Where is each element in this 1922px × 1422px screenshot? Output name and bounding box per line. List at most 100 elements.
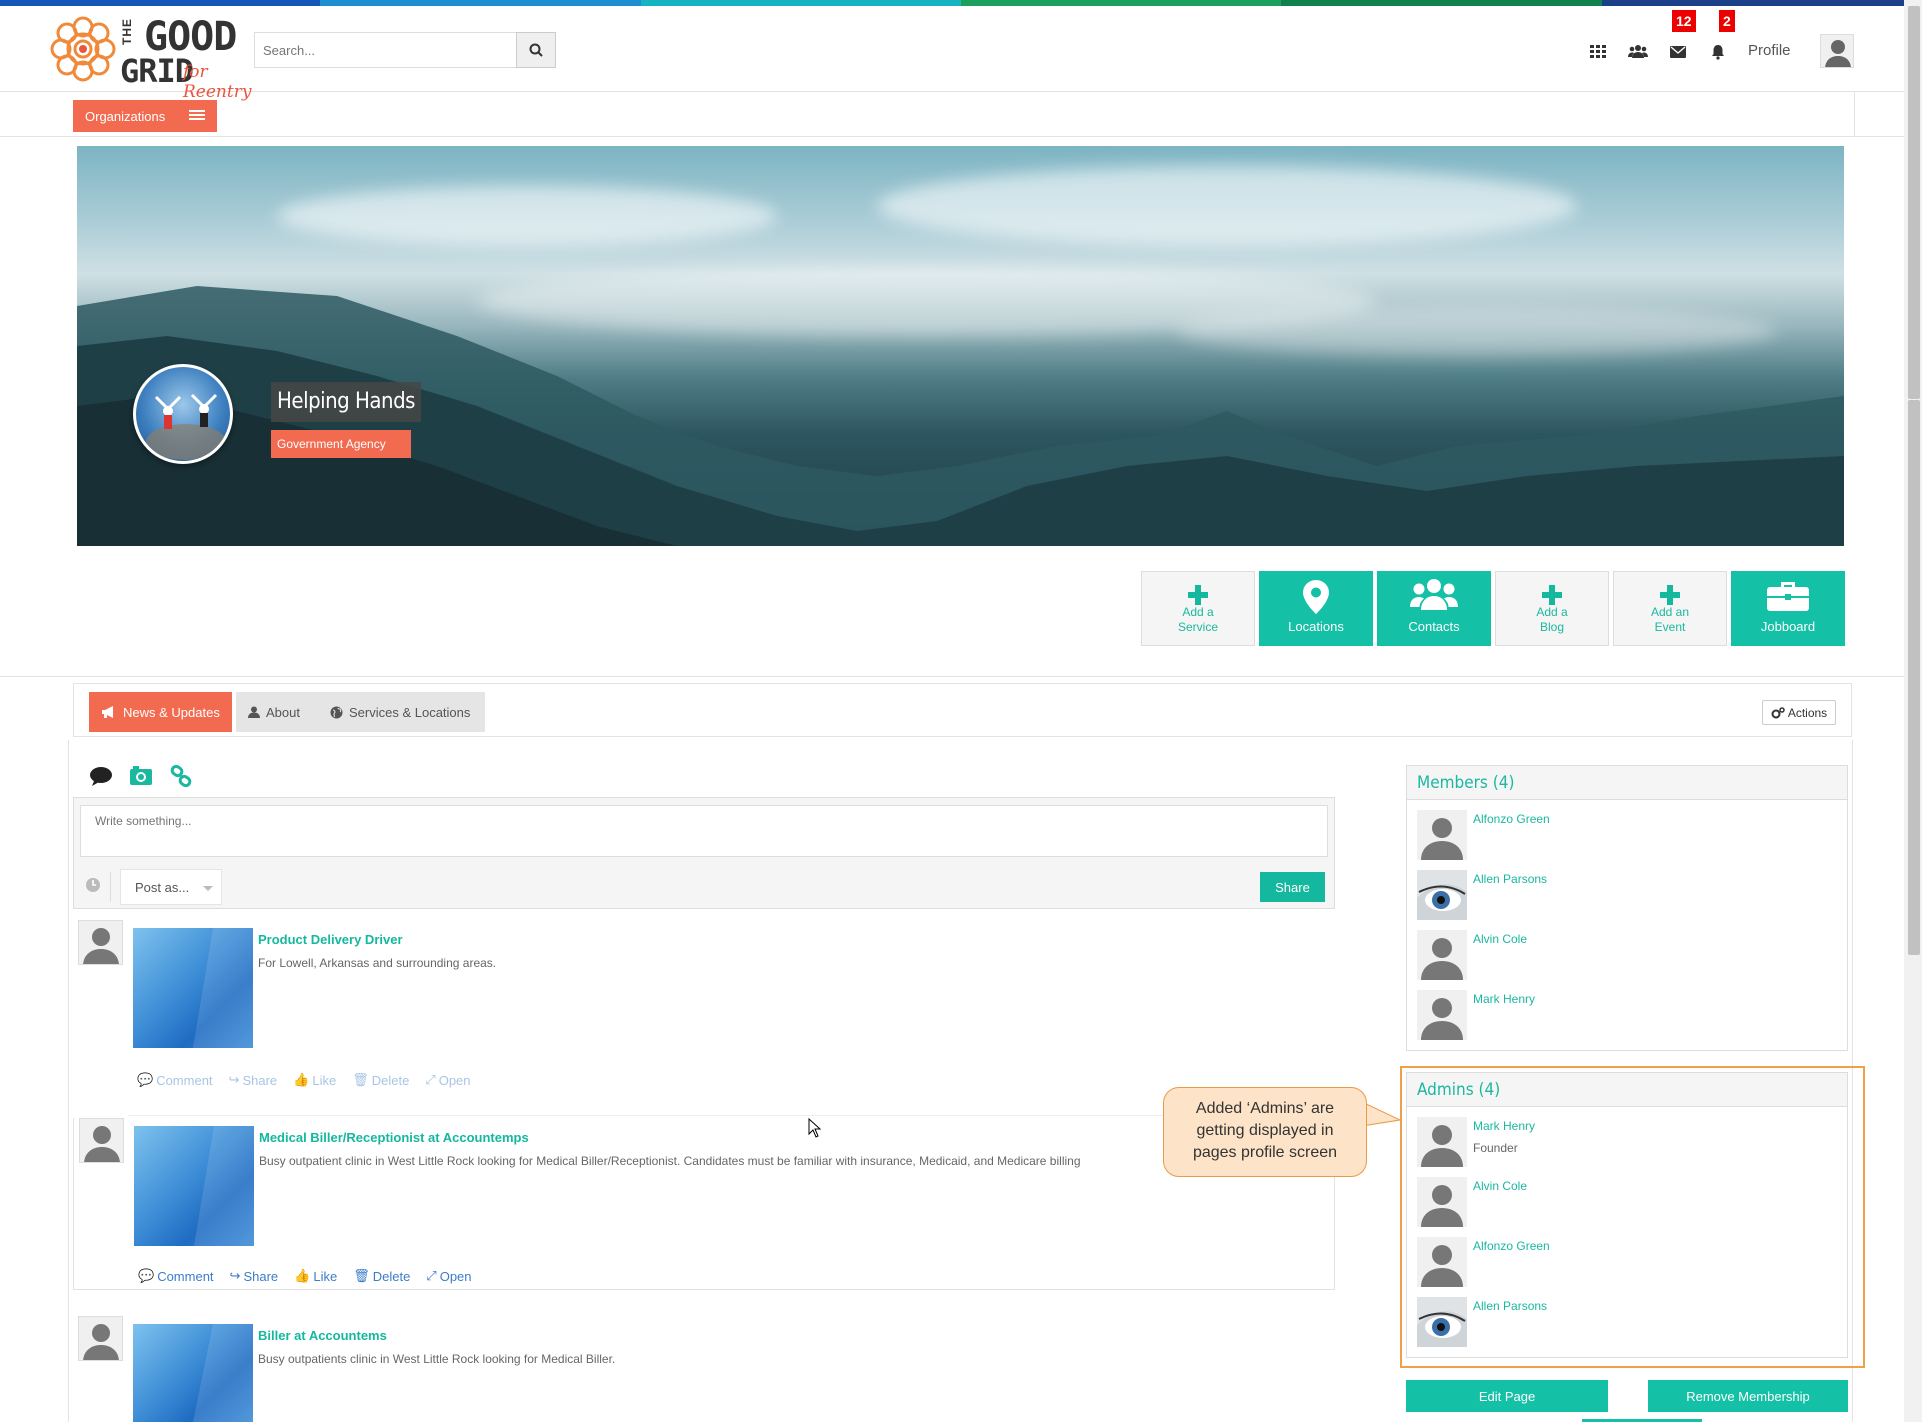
tab-services-locations[interactable]: Services & Locations (318, 692, 485, 732)
thumbs-up-icon: 👍 (293, 1072, 310, 1087)
post-author-avatar[interactable] (78, 1316, 123, 1361)
add-service-tile[interactable]: Add a Service (1141, 571, 1255, 646)
share-action[interactable]: ↪ Share (230, 1268, 279, 1284)
member-name[interactable]: Alfonzo Green (1473, 812, 1550, 826)
like-action[interactable]: 👍 Like (294, 1268, 337, 1284)
camera-icon (130, 766, 152, 785)
search-input[interactable] (254, 32, 516, 68)
search-icon (529, 43, 543, 57)
map-marker-icon (1260, 580, 1372, 614)
people-button[interactable] (1624, 38, 1652, 66)
expand-icon: ⤢ (426, 1268, 437, 1283)
user-silhouette-icon (84, 1126, 120, 1162)
menu-icon (189, 110, 205, 122)
delete-action[interactable]: 🗑 Delete (353, 1268, 410, 1284)
speech-bubble-icon (90, 767, 112, 786)
contacts-icon (1378, 578, 1490, 612)
profile-link[interactable]: Profile (1748, 42, 1791, 59)
tile-label: Jobboard (1760, 618, 1816, 634)
member-name[interactable]: Mark Henry (1473, 992, 1535, 1006)
edit-page-button[interactable]: Edit Page (1406, 1380, 1608, 1412)
member-avatar[interactable] (1417, 810, 1467, 860)
org-avatar[interactable] (133, 364, 233, 464)
member-name[interactable]: Allen Parsons (1473, 872, 1547, 886)
tab-label: About (266, 704, 300, 720)
member-avatar[interactable] (1417, 930, 1467, 980)
add-event-tile[interactable]: Add an Event (1613, 571, 1727, 646)
schedule-clock-icon[interactable] (84, 876, 102, 894)
search-button[interactable] (516, 32, 556, 68)
annotation-callout: Added ‘Admins’ are getting displayed in … (1163, 1087, 1367, 1177)
post-as-label: Post as... (135, 879, 190, 895)
cover-mountains (77, 286, 1844, 546)
jobboard-tile[interactable]: Jobboard (1731, 571, 1845, 646)
member-avatar[interactable] (1417, 870, 1467, 920)
post-thumbnail[interactable] (133, 928, 253, 1048)
apps-grid-button[interactable] (1584, 38, 1612, 66)
composer-divider (110, 872, 111, 902)
user-avatar[interactable] (1820, 34, 1854, 68)
plus-icon (1496, 578, 1608, 612)
user-silhouette-icon (1421, 998, 1463, 1040)
feed-post: Biller at Accountems Busy outpatients cl… (73, 1316, 1335, 1422)
expand-icon: ⤢ (425, 1072, 436, 1087)
post-author-avatar[interactable] (79, 1118, 124, 1163)
post-as-dropdown[interactable]: Post as... (120, 869, 222, 905)
blue-abstract-image (193, 928, 253, 1048)
comment-action[interactable]: 💬 Comment (138, 1268, 214, 1284)
messages-badge: 12 (1672, 10, 1696, 32)
like-action[interactable]: 👍 Like (293, 1072, 336, 1088)
member-name[interactable]: Alvin Cole (1473, 932, 1527, 946)
annotation-highlight-box (1400, 1066, 1865, 1368)
share-icon: ↪ (228, 1072, 240, 1087)
post-description: For Lowell, Arkansas and surrounding are… (258, 956, 497, 970)
member-avatar[interactable] (1417, 990, 1467, 1040)
locations-tile[interactable]: Locations (1259, 571, 1373, 646)
post-title[interactable]: Product Delivery Driver (258, 932, 403, 947)
user-silhouette-icon (1421, 938, 1463, 980)
delete-action[interactable]: 🗑 Delete (352, 1072, 409, 1088)
post-description: Busy outpatient clinic in West Little Ro… (259, 1154, 1081, 1168)
logo-flower-icon (50, 16, 116, 82)
share-action[interactable]: ↪ Share (229, 1072, 278, 1088)
post-thumbnail[interactable] (134, 1126, 254, 1246)
logo-the: THE (120, 18, 134, 45)
chevron-down-icon (203, 886, 213, 891)
status-post-button[interactable] (88, 763, 114, 789)
photo-post-button[interactable] (128, 763, 154, 789)
organizations-button[interactable]: Organizations (73, 100, 217, 132)
contacts-tile[interactable]: Contacts (1377, 571, 1491, 646)
scrollbar-thumb[interactable] (1908, 6, 1920, 399)
composer-textarea[interactable] (80, 805, 1328, 857)
link-post-button[interactable] (168, 763, 194, 789)
tab-news-updates[interactable]: News & Updates (89, 692, 232, 732)
open-action[interactable]: ⤢ Open (426, 1268, 471, 1284)
plus-icon (1142, 578, 1254, 612)
member-item: Mark Henry (1417, 990, 1837, 1042)
comment-action[interactable]: 💬 Comment (137, 1072, 213, 1088)
actions-button[interactable]: Actions (1762, 700, 1836, 725)
open-action[interactable]: ⤢ Open (425, 1072, 470, 1088)
trash-icon: 🗑 (352, 1072, 369, 1087)
post-title[interactable]: Medical Biller/Receptionist at Accountem… (259, 1130, 529, 1145)
share-button[interactable]: Share (1260, 872, 1325, 902)
share-icon: ↪ (229, 1268, 241, 1283)
post-thumbnail[interactable] (133, 1324, 253, 1422)
mouse-cursor-icon (808, 1118, 822, 1138)
scrollbar-thumb-lower (1908, 400, 1920, 955)
callout-line: pages profile screen (1192, 1144, 1338, 1161)
site-logo[interactable]: THE GOOD GRID for Reentry (48, 10, 268, 102)
post-author-avatar[interactable] (78, 920, 123, 965)
tab-about[interactable]: About (236, 692, 318, 732)
org-name: Helping Hands (271, 382, 421, 422)
content-left-rule (68, 740, 69, 1422)
post-title[interactable]: Biller at Accountems (258, 1328, 387, 1343)
messages-button[interactable] (1664, 38, 1692, 66)
remove-membership-button[interactable]: Remove Membership (1648, 1380, 1848, 1412)
blue-abstract-image (194, 1126, 254, 1246)
bell-icon (1712, 45, 1724, 60)
tile-label: Contacts (1408, 618, 1460, 634)
notifications-button[interactable] (1704, 38, 1732, 66)
trash-icon: 🗑 (353, 1268, 370, 1283)
add-blog-tile[interactable]: Add a Blog (1495, 571, 1609, 646)
